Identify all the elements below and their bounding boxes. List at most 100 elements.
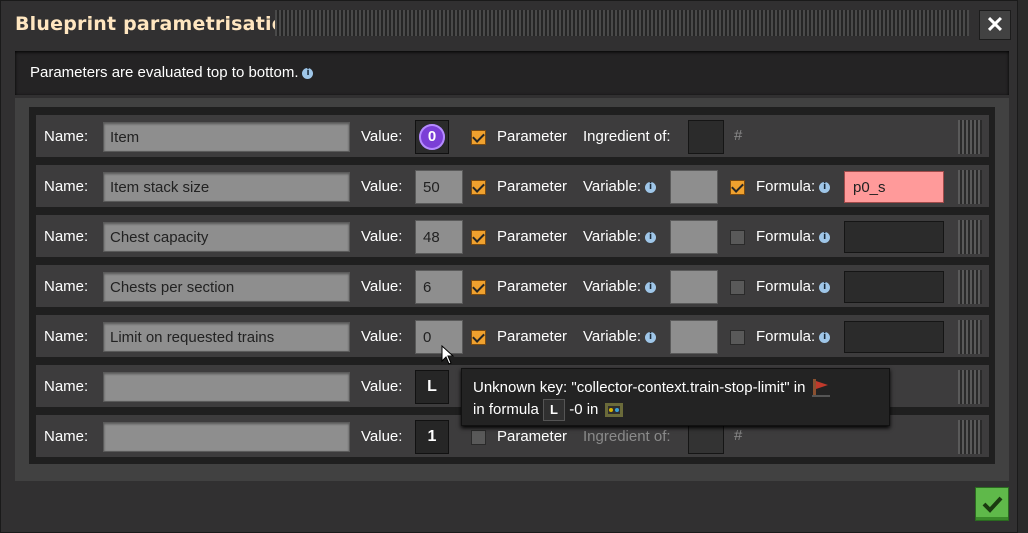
- name-field[interactable]: Limit on requested trains: [103, 322, 350, 352]
- mouse-cursor-icon: [441, 344, 455, 370]
- error-tooltip: Unknown key: "collector-context.train-st…: [461, 368, 890, 426]
- info-icon[interactable]: i: [645, 281, 657, 293]
- name-field[interactable]: [103, 372, 350, 402]
- name-label: Name:: [44, 378, 89, 395]
- variable-label: Variable: i: [583, 278, 657, 295]
- drag-handle[interactable]: [275, 10, 969, 36]
- tooltip-signal-key: L: [543, 399, 566, 421]
- variable-field[interactable]: [670, 320, 718, 354]
- formula-label: Formula: i: [756, 328, 831, 345]
- parameter-checkbox[interactable]: [471, 280, 486, 295]
- tooltip-line-2: in formula L -0 in: [473, 399, 625, 421]
- value-label: Value:: [361, 378, 403, 395]
- variable-label-text: Variable:: [583, 228, 642, 245]
- value-label: Value:: [361, 128, 403, 145]
- name-label: Name:: [44, 278, 89, 295]
- window-title: Blueprint parametrisation: [15, 13, 299, 35]
- train-stop-icon: [810, 377, 832, 399]
- formula-label-text: Formula:: [756, 278, 816, 295]
- variable-label: Variable: i: [583, 228, 657, 245]
- formula-field[interactable]: [844, 221, 944, 253]
- name-label: Name:: [44, 178, 89, 195]
- value-label: Value:: [361, 178, 403, 195]
- parameter-label: Parameter: [497, 328, 568, 345]
- formula-label-text: Formula:: [756, 328, 816, 345]
- close-button[interactable]: ✕: [979, 10, 1011, 40]
- value-label: Value:: [361, 428, 403, 445]
- tooltip-formula-suffix: -0 in: [569, 400, 599, 418]
- formula-checkbox[interactable]: [730, 180, 745, 195]
- info-icon[interactable]: i: [645, 181, 657, 193]
- parameter-row: Name: Item stack size Value: 50 Paramete…: [36, 165, 989, 209]
- parameter-checkbox[interactable]: [471, 330, 486, 345]
- formula-field[interactable]: p0_s: [844, 171, 944, 203]
- name-label: Name:: [44, 428, 89, 445]
- value-field[interactable]: 0: [415, 320, 463, 354]
- variable-field[interactable]: [670, 170, 718, 204]
- parameter-checkbox[interactable]: [471, 230, 486, 245]
- name-field[interactable]: Item stack size: [103, 172, 350, 202]
- parameter-row: Name: Chest capacity Value: 48 Parameter…: [36, 215, 989, 259]
- drag-grip-icon[interactable]: [958, 170, 982, 204]
- parameter-0-icon: 0: [419, 124, 445, 150]
- parameter-checkbox[interactable]: [471, 180, 486, 195]
- parameter-label: Parameter: [497, 428, 568, 445]
- value-field[interactable]: 6: [415, 270, 463, 304]
- info-icon[interactable]: i: [645, 331, 657, 343]
- value-field[interactable]: 50: [415, 170, 463, 204]
- formula-checkbox[interactable]: [730, 230, 745, 245]
- formula-label: Formula: i: [756, 278, 831, 295]
- info-text: Parameters are evaluated top to bottom. i: [30, 64, 314, 81]
- tooltip-line-1: Unknown key: "collector-context.train-st…: [473, 377, 832, 399]
- info-icon[interactable]: i: [819, 281, 831, 293]
- drag-grip-icon[interactable]: [958, 370, 982, 404]
- confirm-button[interactable]: [975, 487, 1009, 521]
- name-field[interactable]: Chests per section: [103, 272, 350, 302]
- ingredient-of-slot[interactable]: [688, 120, 724, 154]
- variable-label-text: Variable:: [583, 328, 642, 345]
- name-field[interactable]: [103, 422, 350, 452]
- formula-label: Formula: i: [756, 178, 831, 195]
- formula-field[interactable]: [844, 271, 944, 303]
- info-icon[interactable]: i: [302, 67, 314, 79]
- parameter-label: Parameter: [497, 128, 568, 145]
- titlebar[interactable]: Blueprint parametrisation ✕: [1, 1, 1019, 49]
- value-item-slot[interactable]: 0: [415, 120, 449, 154]
- hash-icon: #: [734, 127, 743, 144]
- parameter-row: Name: Item Value: 0 Parameter Ingredient…: [36, 115, 989, 159]
- drag-grip-icon[interactable]: [958, 420, 982, 454]
- name-label: Name:: [44, 128, 89, 145]
- name-field[interactable]: Item: [103, 122, 350, 152]
- info-icon[interactable]: i: [819, 331, 831, 343]
- info-icon[interactable]: i: [819, 181, 831, 193]
- parameter-label: Parameter: [497, 178, 568, 195]
- variable-label-text: Variable:: [583, 178, 642, 195]
- variable-field[interactable]: [670, 220, 718, 254]
- value-signal-slot[interactable]: 1: [415, 420, 449, 454]
- formula-field[interactable]: [844, 321, 944, 353]
- formula-checkbox[interactable]: [730, 330, 745, 345]
- value-field[interactable]: 48: [415, 220, 463, 254]
- parameter-0-text: 0: [427, 128, 437, 145]
- value-label: Value:: [361, 228, 403, 245]
- formula-label-text: Formula:: [756, 178, 816, 195]
- name-field[interactable]: Chest capacity: [103, 222, 350, 252]
- drag-grip-icon[interactable]: [958, 270, 982, 304]
- variable-field[interactable]: [670, 270, 718, 304]
- drag-grip-icon[interactable]: [958, 320, 982, 354]
- value-signal-slot[interactable]: L: [415, 370, 449, 404]
- info-panel: Parameters are evaluated top to bottom. i: [15, 51, 1009, 95]
- parameter-checkbox[interactable]: [471, 430, 486, 445]
- parameter-checkbox[interactable]: [471, 130, 486, 145]
- hash-icon: #: [734, 427, 743, 444]
- formula-checkbox[interactable]: [730, 280, 745, 295]
- drag-grip-icon[interactable]: [958, 220, 982, 254]
- drag-grip-icon[interactable]: [958, 120, 982, 154]
- formula-label-text: Formula:: [756, 228, 816, 245]
- variable-label: Variable: i: [583, 178, 657, 195]
- name-label: Name:: [44, 228, 89, 245]
- info-icon[interactable]: i: [645, 231, 657, 243]
- info-icon[interactable]: i: [819, 231, 831, 243]
- tooltip-formula-prefix: in formula: [473, 400, 539, 418]
- ingredient-of-label: Ingredient of:: [583, 428, 671, 445]
